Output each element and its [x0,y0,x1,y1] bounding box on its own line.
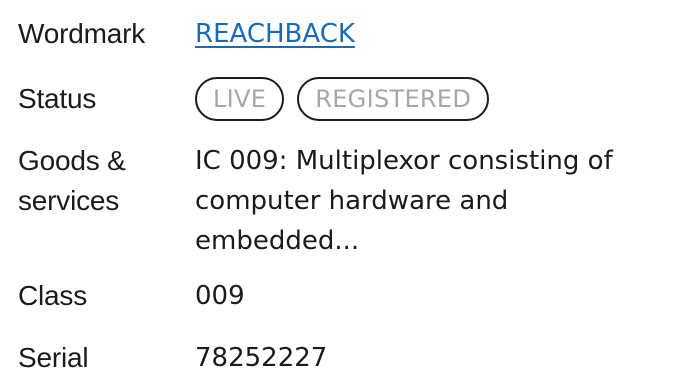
status-badge-live: LIVE [195,77,285,121]
wordmark-label: Wordmark [18,18,146,49]
goods-services-line-3: embedded... [195,226,360,256]
status-badges: LIVE REGISTERED [195,77,490,121]
wordmark-link[interactable]: REACHBACK [195,19,355,49]
class-value: 009 [195,281,245,311]
status-label: Status [18,83,97,114]
goods-services-label-line-2: services [18,185,120,216]
goods-services-line-2: computer hardware and [195,186,509,216]
class-label: Class [18,280,88,311]
goods-services-line-1: IC 009: Multiplexor consisting of [195,146,613,176]
goods-services-label: Goods & services [18,141,183,221]
goods-services-value: IC 009: Multiplexor consisting of comput… [195,141,683,261]
goods-services-label-line-1: Goods & [18,145,126,176]
wordmark-value: REACHBACK [195,14,683,54]
serial-value: 78252227 [195,343,328,373]
status-badge-registered: REGISTERED [297,77,490,121]
serial-label: Serial [18,342,89,373]
trademark-record: Wordmark REACHBACK Status LIVE REGISTERE… [0,0,690,373]
